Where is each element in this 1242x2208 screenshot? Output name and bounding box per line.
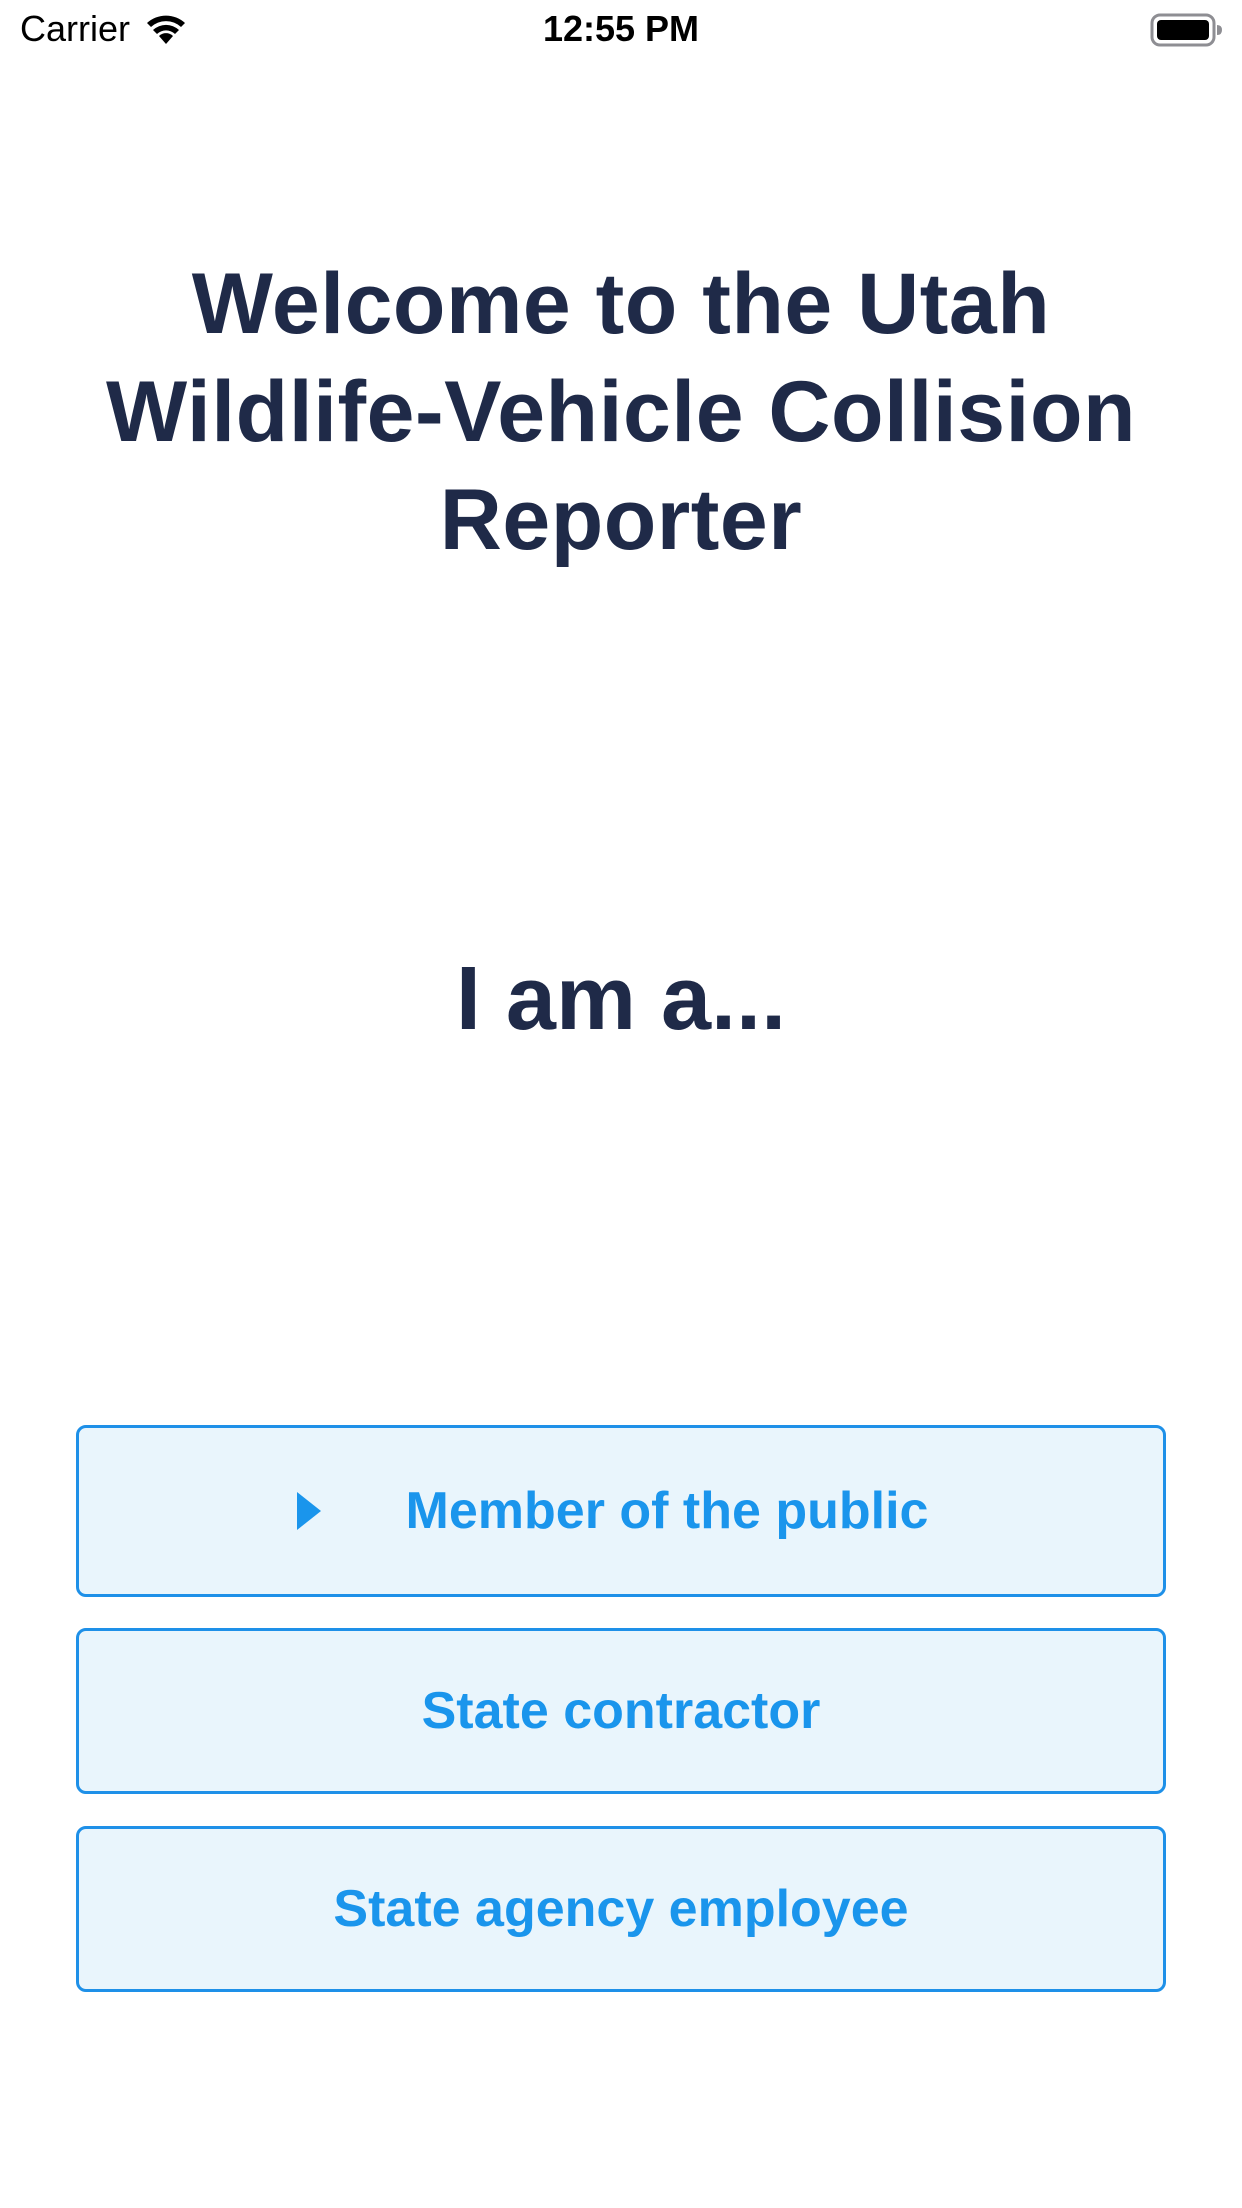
welcome-title: Welcome to the Utah Wildlife-Vehicle Col… — [60, 250, 1182, 574]
member-of-public-button[interactable]: Member of the public — [76, 1425, 1166, 1597]
state-agency-employee-button[interactable]: State agency employee — [76, 1826, 1166, 1992]
welcome-title-line-2: Wildlife-Vehicle Collision — [105, 364, 1137, 460]
state-contractor-button[interactable]: State contractor — [76, 1628, 1166, 1794]
member-of-public-label: Member of the public — [405, 1482, 929, 1540]
role-selection-screen: Carrier 12:55 PM Welcome to the Utah Wil… — [0, 0, 1242, 2208]
status-bar: Carrier 12:55 PM — [0, 0, 1242, 60]
role-prompt: I am a... — [455, 949, 787, 1049]
state-agency-employee-label: State agency employee — [333, 1880, 909, 1938]
welcome-title-line-3: Reporter — [439, 472, 803, 568]
welcome-title-line-1: Welcome to the Utah — [191, 256, 1051, 352]
status-time: 12:55 PM — [542, 8, 700, 49]
battery-icon — [1150, 13, 1222, 47]
caret-right-icon — [296, 1492, 321, 1530]
state-contractor-label: State contractor — [421, 1682, 821, 1740]
